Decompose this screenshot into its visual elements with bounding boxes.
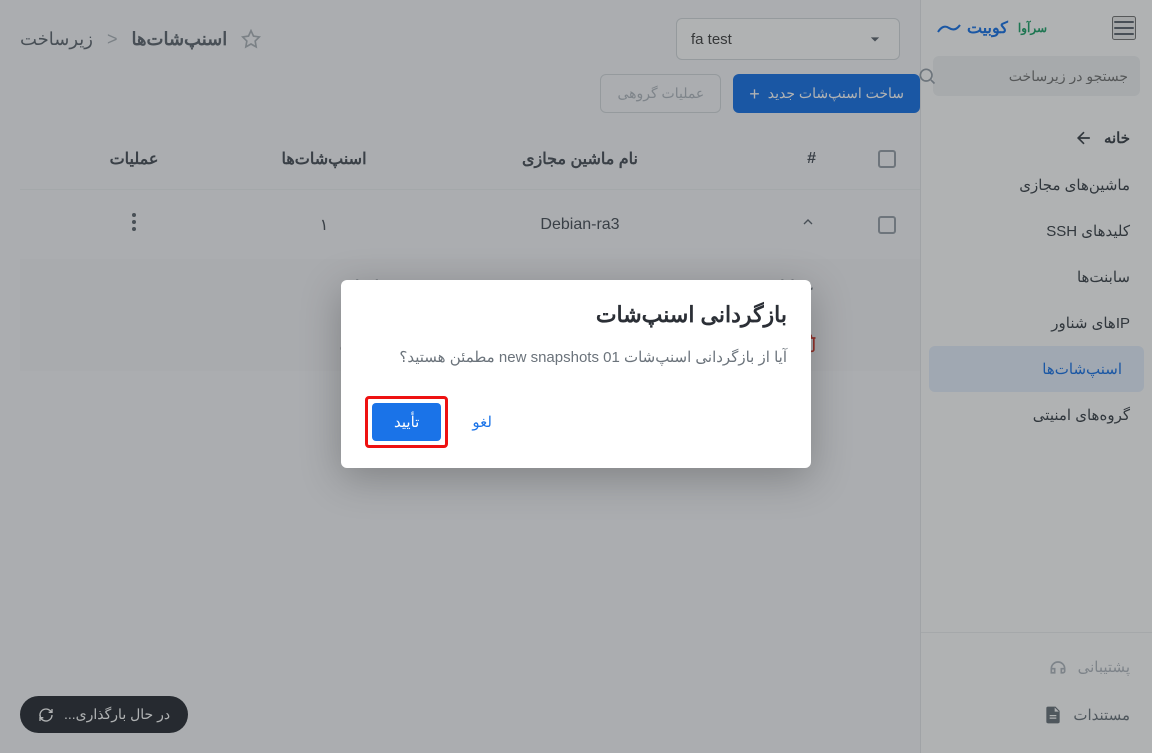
dialog-title: بازگردانی اسنپ‌شات [365,302,787,328]
confirm-highlight: تأیید [365,396,448,448]
dialog-body: آیا از بازگردانی اسنپ‌شات new snapshots … [365,346,787,370]
cancel-button[interactable]: لغو [466,405,498,439]
modal-overlay[interactable]: بازگردانی اسنپ‌شات آیا از بازگردانی اسنپ… [0,0,1152,753]
restore-snapshot-dialog: بازگردانی اسنپ‌شات آیا از بازگردانی اسنپ… [341,280,811,468]
confirm-button[interactable]: تأیید [372,403,441,441]
